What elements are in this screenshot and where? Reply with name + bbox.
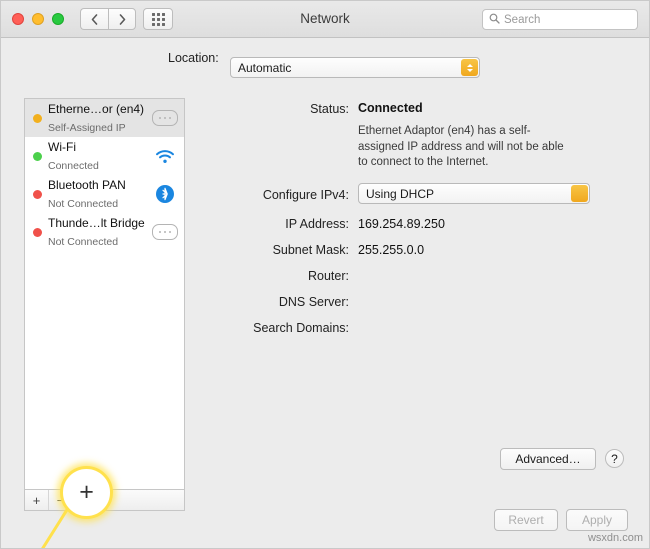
subnet-mask-label: Subnet Mask:: [272, 243, 349, 257]
ethernet-dots-icon: [150, 110, 180, 126]
ip-address-label: IP Address:: [285, 217, 349, 231]
dns-server-label: DNS Server:: [278, 295, 349, 309]
location-row: Location: Automatic: [1, 38, 649, 78]
wifi-icon: [150, 149, 180, 164]
configure-ipv4-popup-button[interactable]: Using DHCP: [358, 183, 590, 204]
configure-ipv4-label: Configure IPv4:: [262, 188, 349, 202]
watermark: wsxdn.com: [587, 532, 643, 544]
apply-button[interactable]: Apply: [566, 509, 628, 531]
service-name: Wi-Fi: [48, 139, 76, 154]
search-input[interactable]: [504, 13, 624, 26]
configure-ipv4-value: Using DHCP: [366, 186, 435, 201]
advanced-button[interactable]: Advanced…: [500, 448, 596, 470]
content-area: Etherne…or (en4) Self-Assigned IP Wi-Fi …: [1, 83, 649, 548]
revert-button[interactable]: Revert: [494, 509, 558, 531]
list-item[interactable]: Etherne…or (en4) Self-Assigned IP: [25, 99, 184, 137]
subnet-mask-value: 255.255.0.0: [358, 243, 425, 257]
system-preferences-window: Network Location: Automatic: [0, 0, 650, 549]
popup-arrows-icon: [461, 59, 478, 76]
service-name: Thunde…lt Bridge: [48, 215, 145, 230]
service-status: Connected: [48, 160, 99, 172]
status-label: Status:: [310, 102, 349, 116]
help-button[interactable]: ?: [605, 449, 624, 468]
service-detail-pane: Status: Connected Ethernet Adaptor (en4)…: [197, 98, 627, 490]
toolbar-filler: [107, 490, 184, 510]
status-dot: [33, 189, 42, 199]
status-value: Connected: [358, 101, 423, 115]
bluetooth-glyph: [156, 185, 174, 203]
search-icon: [489, 13, 500, 27]
search-domains-label: Search Domains:: [253, 321, 349, 335]
ethernet-dots-icon: [150, 224, 180, 240]
list-item[interactable]: Bluetooth PAN Not Connected: [25, 175, 184, 213]
status-description: Ethernet Adaptor (en4) has a self-assign…: [358, 125, 564, 169]
service-name: Bluetooth PAN: [48, 177, 126, 192]
add-service-callout[interactable]: +: [60, 466, 113, 519]
plus-icon: +: [79, 478, 94, 506]
location-value: Automatic: [238, 60, 292, 75]
magnifier-icon: [489, 13, 500, 24]
service-status: Self-Assigned IP: [48, 122, 126, 134]
ip-address-value: 169.254.89.250: [358, 217, 445, 231]
wifi-glyph: [156, 149, 174, 163]
bluetooth-icon: [150, 184, 180, 204]
location-popup-button[interactable]: Automatic: [230, 57, 480, 78]
network-services-list[interactable]: Etherne…or (en4) Self-Assigned IP Wi-Fi …: [24, 98, 185, 490]
status-dot: [33, 227, 42, 237]
list-item[interactable]: Wi-Fi Connected: [25, 137, 184, 175]
status-dot: [33, 113, 42, 123]
list-item[interactable]: Thunde…lt Bridge Not Connected: [25, 213, 184, 251]
popup-arrows-icon: [571, 185, 588, 202]
router-label: Router:: [308, 269, 349, 283]
service-status: Not Connected: [48, 198, 119, 210]
service-name: Etherne…or (en4): [48, 101, 145, 116]
search-field[interactable]: [482, 9, 638, 30]
status-dot: [33, 151, 42, 161]
location-label: Location:: [168, 51, 219, 65]
window-titlebar: Network: [1, 1, 649, 38]
service-status: Not Connected: [48, 236, 119, 248]
